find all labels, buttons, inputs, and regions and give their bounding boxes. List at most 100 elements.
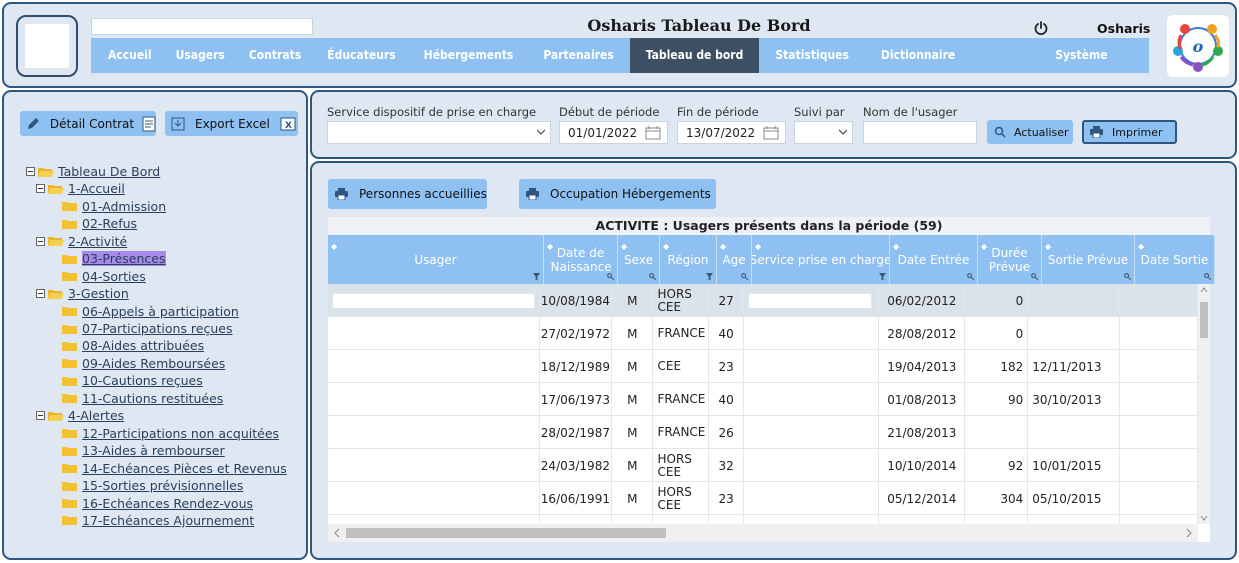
sort-icon[interactable]: ◆: [547, 240, 553, 254]
tree-item-label[interactable]: 06-Appels à participation: [82, 304, 239, 319]
tree-item-label[interactable]: 08-Aides attribuées: [82, 338, 204, 353]
nav-educateurs[interactable]: Éducateurs: [313, 38, 409, 73]
col-birthdate-header[interactable]: ◆ Date de Naissance: [544, 235, 618, 284]
tree-item[interactable]: 10-Cautions reçues: [62, 372, 203, 389]
tree-group[interactable]: 1-Accueil: [36, 180, 125, 197]
tree-group[interactable]: 2-Activité: [36, 233, 127, 250]
table-row[interactable]: 18/12/1989 M CEE 23 19/04/2013 182 12/11/2013: [328, 350, 1198, 383]
collapse-icon[interactable]: [26, 167, 35, 176]
tree-item-label[interactable]: 07-Participations reçues: [82, 321, 233, 336]
tree-item-label[interactable]: 04-Sorties: [82, 269, 146, 284]
tree-item-label[interactable]: 10-Cautions reçues: [82, 373, 203, 388]
filter-icon[interactable]: [533, 273, 540, 280]
scroll-left-icon[interactable]: [330, 524, 344, 542]
sort-icon[interactable]: ◆: [893, 240, 899, 254]
col-age-header[interactable]: ◆ Age: [717, 235, 752, 284]
search-icon[interactable]: [967, 273, 974, 280]
table-row[interactable]: 16/06/1991 M HORS CEE 23 05/12/2014 304 05/10/…: [328, 482, 1198, 515]
filter-icon[interactable]: [706, 273, 713, 280]
tree-group-label[interactable]: 4-Alertes: [68, 408, 124, 423]
end-date-input[interactable]: 13/07/2022: [677, 121, 786, 144]
tree-item-label[interactable]: 16-Echéances Rendez-vous: [82, 496, 253, 511]
scroll-right-icon[interactable]: [1182, 524, 1196, 542]
tree-item[interactable]: 09-Aides Remboursées: [62, 355, 225, 372]
table-row[interactable]: 27/02/1972 M FRANCE 40 28/08/2012 0: [328, 317, 1198, 350]
col-service-header[interactable]: ◆ Service prise en charge: [752, 235, 890, 284]
sort-icon[interactable]: ◆: [621, 240, 627, 254]
tree-group-label[interactable]: 3-Gestion: [68, 286, 129, 301]
persons-button[interactable]: Personnes accueillies: [328, 179, 487, 209]
tree-root[interactable]: Tableau De Bord: [26, 163, 160, 180]
scroll-up-icon[interactable]: [1198, 284, 1210, 296]
tree-item-label[interactable]: 01-Admission: [82, 199, 166, 214]
collapse-icon[interactable]: [36, 289, 45, 299]
detail-contract-button[interactable]: Détail Contrat: [20, 111, 156, 136]
tree-item-label[interactable]: 14-Echéances Pièces et Revenus: [82, 461, 287, 476]
col-entry-header[interactable]: ◆ Date Entrée: [890, 235, 978, 284]
table-row[interactable]: 17/06/1973 M FRANCE 40 01/08/2013 90 30/10/201…: [328, 383, 1198, 416]
table-row[interactable]: 28/02/1987 M FRANCE 26 21/08/2013: [328, 416, 1198, 449]
tree-item[interactable]: 06-Appels à participation: [62, 303, 239, 320]
vertical-scroll-thumb[interactable]: [1200, 302, 1208, 338]
collapse-icon[interactable]: [36, 184, 45, 194]
tree-item[interactable]: 14-Echéances Pièces et Revenus: [62, 460, 287, 477]
tree-item[interactable]: 11-Cautions restituées: [62, 390, 223, 407]
calendar-icon[interactable]: [763, 126, 779, 140]
nav-accueil[interactable]: Accueil: [91, 38, 164, 73]
tree-item[interactable]: 13-Aides à rembourser: [62, 442, 225, 459]
tree-item[interactable]: 04-Sorties: [62, 268, 146, 285]
nav-usagers[interactable]: Usagers: [164, 38, 237, 73]
tree-item-label[interactable]: 09-Aides Remboursées: [82, 356, 225, 371]
filter-icon[interactable]: [879, 273, 886, 280]
nav-hebergements[interactable]: Hébergements: [410, 38, 528, 73]
sort-icon[interactable]: ◆: [981, 240, 987, 254]
tree-item-label[interactable]: 02-Refus: [82, 216, 137, 231]
tree-group[interactable]: 3-Gestion: [36, 285, 129, 302]
print-button[interactable]: Imprimer: [1082, 120, 1177, 144]
table-row[interactable]: 10/08/1984 M HORS CEE 27 06/02/2012 0: [328, 284, 1198, 317]
tree-item[interactable]: 12-Participations non acquitées: [62, 425, 279, 442]
search-icon[interactable]: [741, 273, 748, 280]
tree-item[interactable]: 02-Refus: [62, 215, 137, 232]
horizontal-scroll-thumb[interactable]: [346, 528, 666, 538]
col-duration-header[interactable]: ◆ Durée Prévue: [978, 235, 1042, 284]
service-select[interactable]: [327, 121, 551, 144]
refresh-button[interactable]: Actualiser: [987, 120, 1073, 144]
occupation-button[interactable]: Occupation Hébergements: [519, 179, 716, 209]
nav-partenaires[interactable]: Partenaires: [527, 38, 629, 73]
table-row[interactable]: 24/03/1982 M HORS CEE 32 10/10/2014 92 10/01/2…: [328, 449, 1198, 482]
tree-item[interactable]: 08-Aides attribuées: [62, 337, 204, 354]
col-exit-planned-header[interactable]: ◆ Sortie Prévue: [1042, 235, 1135, 284]
tree-group-label[interactable]: 2-Activité: [68, 234, 127, 249]
tree-item-label[interactable]: 12-Participations non acquitées: [82, 426, 279, 441]
sort-icon[interactable]: ◆: [663, 240, 669, 254]
start-date-input[interactable]: 01/01/2022: [559, 121, 668, 144]
search-icon[interactable]: [1204, 273, 1211, 280]
search-icon[interactable]: [1124, 273, 1131, 280]
col-region-header[interactable]: ◆ Région: [660, 235, 717, 284]
tree-item[interactable]: 16-Echéances Rendez-vous: [62, 495, 253, 512]
col-usager-header[interactable]: ◆ Usager: [328, 235, 544, 284]
tree-item-label[interactable]: 13-Aides à rembourser: [82, 443, 225, 458]
sort-icon[interactable]: ◆: [1138, 240, 1144, 254]
tree-item[interactable]: 07-Participations reçues: [62, 320, 233, 337]
power-icon[interactable]: [1033, 20, 1049, 36]
table-row[interactable]: HORS: [328, 515, 1198, 524]
nav-dictionnaire[interactable]: Dictionnaire: [865, 38, 971, 73]
tree-group[interactable]: 4-Alertes: [36, 407, 124, 424]
horizontal-scrollbar[interactable]: [328, 524, 1198, 542]
tree-item-label[interactable]: 11-Cautions restituées: [82, 391, 223, 406]
col-sex-header[interactable]: ◆ Sexe: [618, 235, 660, 284]
tree-item[interactable]: 15-Sorties prévisionnelles: [62, 477, 243, 494]
col-exit-header[interactable]: ◆ Date Sortie: [1135, 235, 1215, 284]
search-icon[interactable]: [1031, 273, 1038, 280]
sort-icon[interactable]: ◆: [755, 240, 761, 254]
nav-tableau-de-bord[interactable]: Tableau de bord: [629, 38, 760, 73]
tree-item-label[interactable]: 03-Présences: [82, 251, 166, 267]
tree-item[interactable]: 17-Echéances Ajournement: [62, 512, 254, 529]
tree-group-label[interactable]: 1-Accueil: [68, 181, 125, 196]
tree-item-label[interactable]: 15-Sorties prévisionnelles: [82, 478, 243, 493]
sort-icon[interactable]: ◆: [1045, 240, 1051, 254]
tree-item-label[interactable]: 17-Echéances Ajournement: [82, 513, 254, 528]
suivi-select[interactable]: [794, 121, 853, 144]
